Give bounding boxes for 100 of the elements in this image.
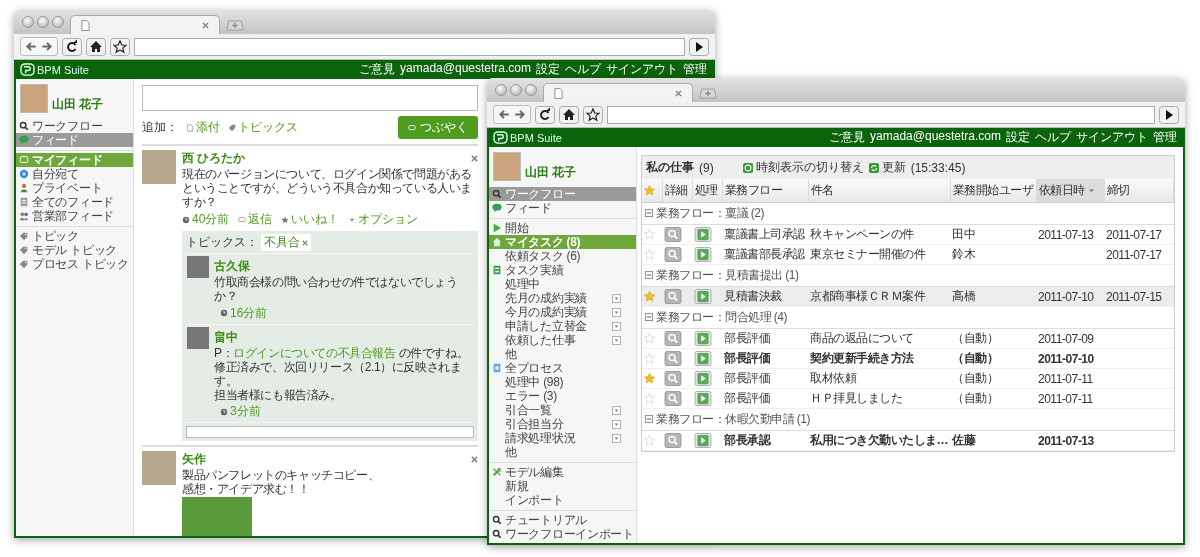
nav-item[interactable]: エラー (3) (489, 389, 636, 403)
task-row[interactable]: 稟議書部長承認 東京セミナー開催の件 鈴木 2011-07-17 (642, 244, 1174, 265)
toggle-time-link[interactable]: 時刻表示の切り替え (742, 159, 864, 176)
author-link[interactable]: 西 ひろたか (182, 150, 246, 167)
header-link[interactable]: 設定 (536, 61, 560, 78)
post-input-field[interactable] (142, 85, 478, 111)
bookmark-star-button[interactable] (110, 37, 130, 56)
action-link[interactable]: いいね！ (281, 211, 340, 228)
star-icon[interactable] (644, 333, 655, 344)
process-button[interactable] (694, 289, 712, 304)
close-icon[interactable] (302, 239, 308, 246)
dropdown-button[interactable] (612, 321, 621, 331)
nav-item[interactable]: 全プロセス (489, 361, 636, 375)
task-row[interactable]: 部長承認 私用につき欠勤いたしま… 佐藤 2011-07-13 (642, 430, 1174, 451)
nav-item[interactable]: インポート (489, 493, 636, 507)
window-control-button[interactable] (22, 16, 34, 28)
bookmark-star-button[interactable] (583, 105, 603, 124)
star-icon[interactable] (644, 291, 655, 302)
nav-item[interactable]: プロセス トピック (16, 257, 133, 271)
header-link[interactable]: yamada@questetra.com (400, 61, 531, 78)
nav-item[interactable]: ワークフローインポート (489, 527, 636, 541)
refresh-link[interactable]: 更新 (868, 159, 906, 176)
header-link[interactable]: 管理 (1153, 129, 1177, 146)
process-button[interactable] (694, 391, 712, 406)
star-icon[interactable] (644, 393, 655, 404)
star-icon[interactable] (644, 229, 655, 240)
address-field[interactable] (134, 37, 685, 56)
new-tab-button[interactable] (699, 88, 717, 99)
column-header[interactable] (642, 179, 662, 203)
nav-item[interactable]: 依頼タスク (6) (489, 249, 636, 263)
task-row[interactable]: 見積書決裁 京都商事様ＣＲＭ案件 高橋 2011-07-10 2011-07-15 (642, 286, 1174, 307)
header-link[interactable]: ご意見 (829, 129, 866, 146)
nav-item[interactable]: フィード (489, 201, 636, 215)
close-icon[interactable] (471, 456, 478, 463)
detail-button[interactable] (664, 371, 682, 386)
nav-item[interactable]: プライベート (16, 181, 133, 195)
nav-item[interactable]: トピック (16, 229, 133, 243)
dropdown-button[interactable] (612, 307, 621, 317)
window-control-button[interactable] (495, 84, 507, 96)
task-row[interactable]: 部長評価 商品の返品について （自動） 2011-07-09 (642, 328, 1174, 349)
task-row[interactable]: 部長評価 取材依頼 （自動） 2011-07-11 (642, 368, 1174, 389)
detail-button[interactable] (664, 289, 682, 304)
header-link[interactable]: 管理 (683, 61, 707, 78)
column-header[interactable]: 件名 (808, 179, 950, 203)
nav-item[interactable]: 請求処理状況 (489, 431, 636, 445)
column-header[interactable]: 処理 (692, 179, 722, 203)
nav-item[interactable]: 他 (489, 347, 636, 361)
process-button[interactable] (694, 227, 712, 242)
close-icon[interactable] (202, 21, 209, 29)
back-arrow-icon[interactable] (24, 40, 38, 53)
detail-button[interactable] (664, 247, 682, 262)
back-arrow-icon[interactable] (497, 108, 511, 121)
column-header[interactable]: 締切 (1104, 179, 1174, 203)
nav-item[interactable]: 他 (489, 445, 636, 459)
collapse-icon[interactable] (645, 271, 653, 279)
nav-item[interactable]: 営業部フィード (16, 209, 133, 223)
action-link[interactable]: オプション (348, 211, 419, 228)
nav-item[interactable]: 処理中 (489, 277, 636, 291)
column-header[interactable]: 業務フロー (722, 179, 808, 203)
header-link[interactable]: ご意見 (359, 61, 396, 78)
author-link[interactable]: 古久保 (214, 259, 250, 273)
window-control-button[interactable] (37, 16, 49, 28)
nav-item[interactable]: 今月の成約実績 (489, 305, 636, 319)
nav-item[interactable]: モデル トピック (16, 243, 133, 257)
attach-link[interactable]: 添付 (186, 119, 220, 136)
header-link[interactable]: 設定 (1006, 129, 1030, 146)
nav-item[interactable]: ワークフロー (16, 119, 133, 133)
nav-item[interactable]: 依頼した仕事 (489, 333, 636, 347)
detail-button[interactable] (664, 351, 682, 366)
detail-button[interactable] (664, 227, 682, 242)
header-link[interactable]: サインアウト (1076, 129, 1148, 146)
star-icon[interactable] (644, 373, 655, 384)
new-tab-button[interactable] (226, 20, 244, 31)
go-button[interactable] (1159, 105, 1179, 124)
author-link[interactable]: 畠中 (214, 329, 238, 344)
process-button[interactable] (694, 331, 712, 346)
process-button[interactable] (694, 247, 712, 262)
close-icon[interactable] (471, 155, 478, 162)
nav-item[interactable]: 処理中 (98) (489, 375, 636, 389)
address-field[interactable] (607, 105, 1155, 124)
header-link[interactable]: yamada@questetra.com (870, 129, 1001, 146)
star-icon[interactable] (644, 353, 655, 364)
topic-tag[interactable]: 不具合 (261, 234, 311, 251)
task-row[interactable]: 部長評価 ＨＰ拝見しました （自動） 2011-07-11 (642, 388, 1174, 409)
star-icon[interactable] (644, 435, 655, 446)
home-button[interactable] (86, 37, 106, 56)
nav-item[interactable]: 全てのフィード (16, 195, 133, 209)
dropdown-button[interactable] (612, 405, 621, 415)
time-link[interactable]: 40分前 (182, 211, 230, 228)
reload-button[interactable] (62, 37, 82, 56)
window-control-button[interactable] (52, 16, 64, 28)
task-row[interactable]: 部長評価 契約更新手続き方法 （自動） 2011-07-10 (642, 348, 1174, 369)
nav-item[interactable]: 自分宛て (16, 167, 133, 181)
nav-item[interactable]: タスク実績 (489, 263, 636, 277)
process-button[interactable] (694, 351, 712, 366)
collapse-icon[interactable] (645, 209, 653, 217)
dropdown-button[interactable] (612, 433, 621, 443)
header-link[interactable]: ヘルプ (565, 61, 601, 78)
reload-button[interactable] (535, 105, 555, 124)
dropdown-button[interactable] (612, 419, 621, 429)
